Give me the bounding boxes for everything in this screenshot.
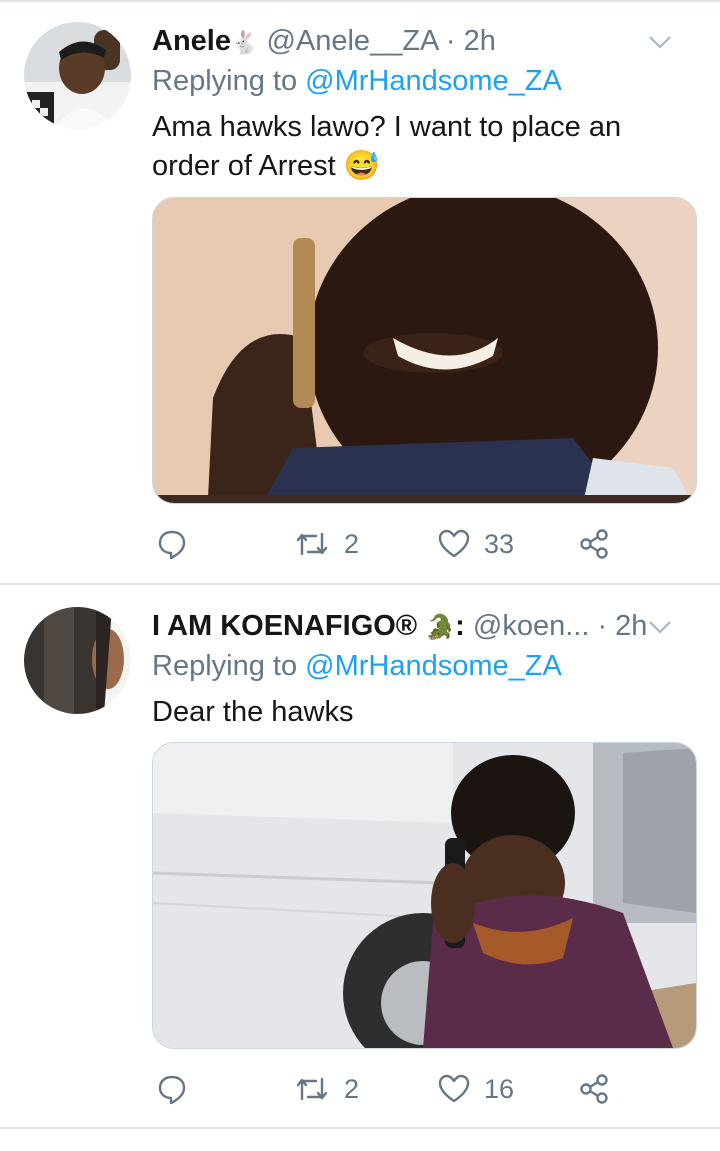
reply-button[interactable] — [156, 1069, 202, 1109]
retweet-button[interactable]: 2 — [294, 1069, 359, 1109]
reply-icon — [156, 1073, 188, 1105]
tweet-text: Dear the hawks — [152, 696, 354, 728]
rabbit-emoji-icon: 🐇 — [230, 30, 259, 55]
tweet-header: Anele🐇 @Anele__ZA · 2h — [152, 24, 700, 58]
like-button[interactable]: 16 — [438, 1069, 514, 1109]
display-name[interactable]: Anele — [152, 25, 231, 57]
separator-dot: · — [445, 25, 456, 57]
tweet-image[interactable] — [152, 197, 697, 504]
like-button[interactable]: 33 — [438, 524, 514, 564]
mention-link[interactable]: @MrHandsome_ZA — [305, 65, 562, 97]
replying-to: Replying to @MrHandsome_ZA — [152, 64, 562, 98]
chevron-down-icon[interactable] — [648, 28, 672, 52]
heart-icon — [438, 529, 470, 559]
retweet-icon — [294, 1073, 330, 1105]
mention-link[interactable]: @MrHandsome_ZA — [305, 650, 562, 682]
user-handle[interactable]: @koen... — [473, 610, 590, 642]
retweet-icon — [294, 528, 330, 560]
tweet-actions: 2 33 — [152, 524, 632, 564]
replying-prefix: Replying to — [152, 650, 306, 682]
replying-prefix: Replying to — [152, 65, 306, 97]
display-name[interactable]: I AM KOENAFIGO® — [152, 610, 417, 642]
chevron-down-icon[interactable] — [648, 613, 672, 637]
avatar[interactable] — [24, 22, 131, 129]
separator-dot: · — [597, 610, 608, 642]
retweet-count: 2 — [344, 1073, 360, 1104]
divider — [0, 1127, 720, 1129]
name-suffix: : — [455, 610, 465, 642]
like-count: 16 — [484, 1073, 515, 1104]
reply-button[interactable] — [156, 524, 202, 564]
reply-icon — [156, 528, 188, 560]
tweet-1[interactable]: Anele🐇 @Anele__ZA · 2h Replying to @MrHa… — [0, 0, 720, 584]
replying-to: Replying to @MrHandsome_ZA — [152, 649, 562, 683]
timestamp[interactable]: 2h — [464, 25, 496, 57]
timestamp[interactable]: 2h — [615, 610, 647, 642]
tweet-image[interactable] — [152, 742, 697, 1049]
tweet-2[interactable]: I AM KOENAFIGO® 🐊: @koen... · 2h Replyin… — [0, 585, 720, 1127]
share-button[interactable] — [578, 524, 610, 564]
avatar[interactable] — [24, 607, 131, 714]
tweet-header: I AM KOENAFIGO® 🐊: @koen... · 2h — [152, 609, 700, 643]
share-button[interactable] — [578, 1069, 610, 1109]
tweet-text: Ama hawks lawo? I want to place an order… — [152, 111, 622, 182]
heart-icon — [438, 1074, 470, 1104]
share-icon — [578, 1073, 610, 1105]
tweet-actions: 2 16 — [152, 1069, 632, 1109]
like-count: 33 — [484, 528, 515, 559]
retweet-button[interactable]: 2 — [294, 524, 359, 564]
share-icon — [578, 528, 610, 560]
crocodile-emoji-icon: 🐊 — [425, 614, 456, 641]
retweet-count: 2 — [344, 528, 360, 559]
user-handle[interactable]: @Anele__ZA — [266, 25, 437, 57]
